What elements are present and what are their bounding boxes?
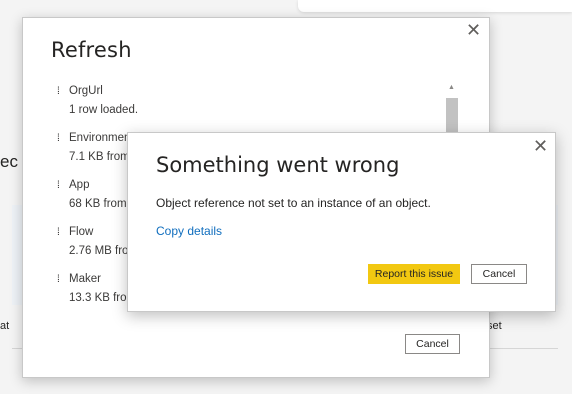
cancel-button[interactable]: Cancel	[471, 264, 527, 284]
close-icon[interactable]: ✕	[533, 138, 548, 156]
refresh-dialog-title: Refresh	[51, 38, 132, 62]
query-name: Environment	[69, 132, 134, 144]
background-heading-fragment: ec	[0, 152, 18, 171]
close-icon[interactable]: ✕	[466, 22, 481, 40]
query-status: 13.3 KB fro	[69, 292, 127, 304]
query-name: OrgUrl	[69, 85, 103, 97]
error-dialog-title: Something went wrong	[156, 153, 400, 177]
background-label-fragment: at	[0, 320, 10, 332]
cancel-button[interactable]: Cancel	[405, 334, 460, 354]
spinner-icon: ⁞	[57, 86, 60, 97]
query-name: Maker	[69, 273, 101, 285]
report-issue-button[interactable]: Report this issue	[368, 264, 460, 284]
query-status: 7.1 KB from	[69, 151, 130, 163]
query-name: Flow	[69, 226, 94, 238]
query-status: 68 KB from	[69, 198, 127, 210]
search-bar[interactable]	[298, 0, 572, 12]
error-dialog: Something went wrong ✕ Object reference …	[127, 132, 556, 312]
spinner-icon: ⁞	[57, 274, 60, 285]
copy-details-link[interactable]: Copy details	[156, 224, 222, 238]
query-status: 1 row loaded.	[69, 104, 139, 116]
spinner-icon: ⁞	[57, 180, 60, 191]
chevron-up-icon[interactable]: ▲	[448, 84, 455, 91]
query-name: App	[69, 179, 90, 191]
error-message: Object reference not set to an instance …	[156, 196, 431, 210]
spinner-icon: ⁞	[57, 227, 60, 238]
spinner-icon: ⁞	[57, 133, 60, 144]
query-status: 2.76 MB fro	[69, 245, 129, 257]
list-item: ⁞ OrgUrl 1 row loaded.	[57, 84, 447, 131]
